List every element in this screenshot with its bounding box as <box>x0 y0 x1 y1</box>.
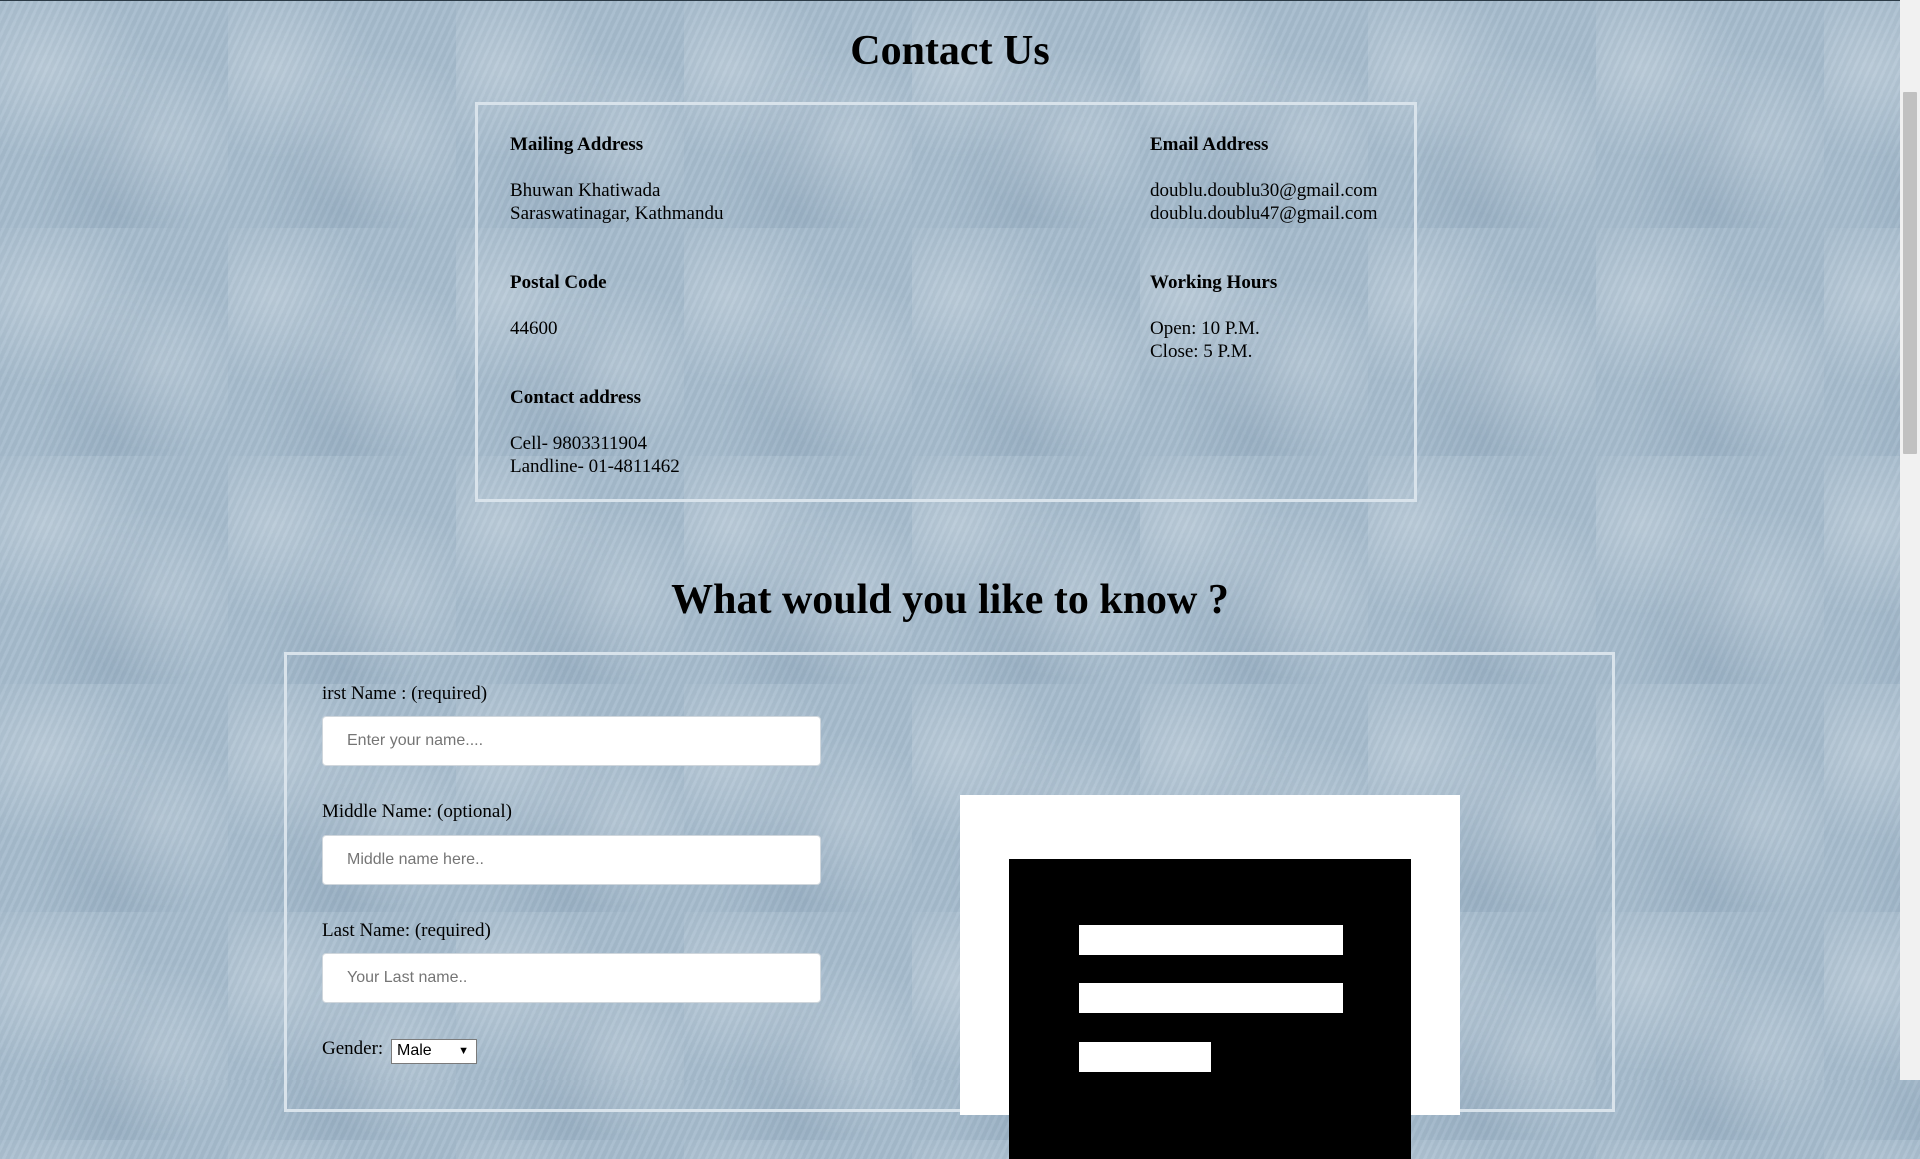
first-name-label: irst Name : (required) <box>322 683 488 704</box>
form-illustration-line <box>1079 925 1343 955</box>
form-illustration-line <box>1079 1042 1211 1072</box>
mailing-address-heading: Mailing Address <box>510 134 644 155</box>
working-hours-heading: Working Hours <box>1150 272 1278 293</box>
contact-form-icon <box>960 795 1460 1159</box>
last-name-label: Last Name: (required) <box>322 920 491 941</box>
contact-info-box: Mailing Address Bhuwan Khatiwada Saraswa… <box>475 102 1417 502</box>
form-illustration-frame <box>1009 859 1411 1159</box>
email-address-block: Email Address doublu.doublu30@gmail.com … <box>1150 133 1378 225</box>
gender-select[interactable]: Male ▼ <box>391 1039 477 1064</box>
postal-code-heading: Postal Code <box>510 272 607 293</box>
page-title: Contact Us <box>850 28 1050 74</box>
mailing-location: Saraswatinagar, Kathmandu <box>510 203 724 224</box>
scrollbar-thumb[interactable] <box>1903 92 1917 454</box>
form-title: What would you like to know ? <box>671 577 1229 623</box>
first-name-input[interactable] <box>322 716 821 766</box>
opening-time: Open: 10 P.M. <box>1150 318 1260 339</box>
inquiry-form: irst Name : (required) Middle Name: (opt… <box>284 652 1615 1159</box>
middle-name-label: Middle Name: (optional) <box>322 801 512 822</box>
page: Contact Us Mailing Address Bhuwan Khatiw… <box>0 0 1900 1159</box>
vertical-scrollbar[interactable] <box>1900 0 1920 1080</box>
postal-code-value: 44600 <box>510 318 558 339</box>
email-address-heading: Email Address <box>1150 134 1269 155</box>
mailing-address-block: Mailing Address Bhuwan Khatiwada Saraswa… <box>510 133 723 225</box>
middle-name-input[interactable] <box>322 835 821 885</box>
postal-code-block: Postal Code 44600 <box>510 271 607 340</box>
contact-address-heading: Contact address <box>510 387 642 408</box>
email-secondary: doublu.doublu47@gmail.com <box>1150 203 1378 224</box>
form-illustration-line <box>1079 983 1343 1013</box>
cell-number: Cell- 9803311904 <box>510 433 648 454</box>
closing-time: Close: 5 P.M. <box>1150 341 1253 362</box>
gender-label: Gender: <box>322 1038 384 1059</box>
working-hours-block: Working Hours Open: 10 P.M. Close: 5 P.M… <box>1150 271 1277 363</box>
email-primary: doublu.doublu30@gmail.com <box>1150 180 1378 201</box>
gender-selected-value: Male <box>397 1042 432 1059</box>
last-name-input[interactable] <box>322 953 821 1003</box>
mailing-name: Bhuwan Khatiwada <box>510 180 661 201</box>
landline-number: Landline- 01-4811462 <box>510 456 680 477</box>
dropdown-arrow-icon: ▼ <box>458 1045 469 1057</box>
contact-address-block: Contact address Cell- 9803311904 Landlin… <box>510 386 680 478</box>
